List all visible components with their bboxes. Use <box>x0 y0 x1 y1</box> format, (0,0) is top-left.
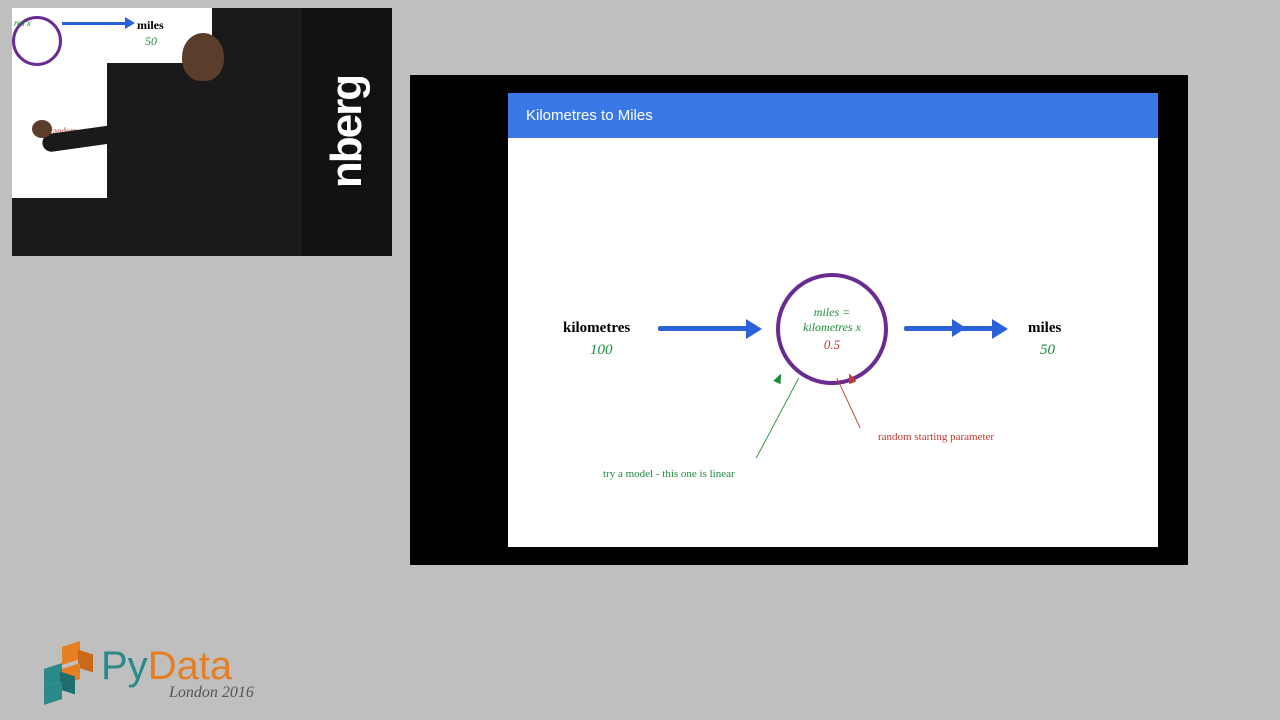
slide-title: Kilometres to Miles <box>508 93 1158 138</box>
logo-subtitle: London 2016 <box>169 684 254 702</box>
cam-miles-label: miles <box>137 18 164 33</box>
speaker-hand <box>32 120 52 138</box>
red-annotation: random starting parameter <box>878 431 994 443</box>
output-label: miles <box>1028 320 1061 337</box>
red-annotation-line <box>836 378 909 428</box>
logo-text: PyData <box>101 646 254 686</box>
slide-body: kilometres 100 miles = kilometres x 0.5 … <box>508 138 1158 546</box>
logo-py: Py <box>101 644 148 688</box>
sponsor-text: nberg <box>322 76 372 188</box>
arrow-right-icon <box>904 326 996 331</box>
input-label: kilometres <box>563 320 630 337</box>
green-annotation: try a model - this one is linear <box>603 468 735 480</box>
input-value: 100 <box>590 342 613 359</box>
speaker-body <box>107 63 252 256</box>
cam-miles-value: 50 <box>145 34 157 49</box>
output-value: 50 <box>1040 342 1055 359</box>
cam-resx-text: res x <box>14 18 31 28</box>
cam-arrow-icon <box>62 22 127 25</box>
sponsor-panel: nberg <box>302 8 392 256</box>
model-param: 0.5 <box>824 337 840 353</box>
model-circle: miles = kilometres x 0.5 <box>776 273 888 385</box>
model-line1: miles = <box>814 305 850 320</box>
conference-logo: PyData London 2016 <box>40 644 254 702</box>
logo-data: Data <box>148 644 233 688</box>
model-line2: kilometres x <box>803 320 861 335</box>
logo-mark-icon <box>40 644 95 702</box>
speaker-head <box>182 33 224 81</box>
speaker-camera: res x miles 50 random starting parameter… <box>12 8 392 256</box>
main-slide: Kilometres to Miles kilometres 100 miles… <box>508 93 1158 547</box>
arrow-left-icon <box>658 326 750 331</box>
green-annotation-line <box>682 378 800 458</box>
main-slide-frame: Kilometres to Miles kilometres 100 miles… <box>410 75 1188 565</box>
